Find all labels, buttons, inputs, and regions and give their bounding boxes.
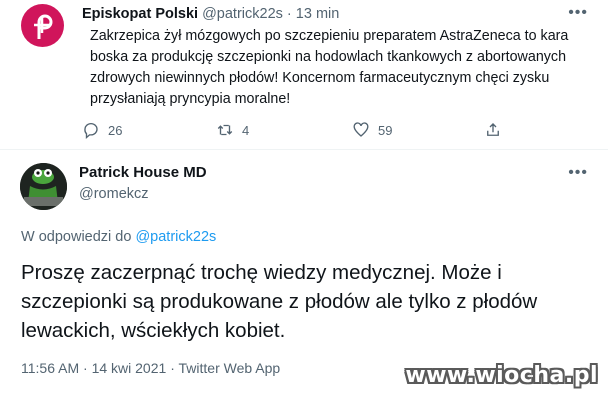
tweet-text: Proszę zaczerpnąć trochę wiedzy medyczne… xyxy=(21,261,538,342)
separator: · xyxy=(286,6,292,22)
author-name[interactable]: Patrick House MD xyxy=(79,164,207,181)
kermit-avatar-icon xyxy=(20,163,67,210)
reply-button[interactable]: 26 xyxy=(82,121,122,139)
retweet-button[interactable]: 4 xyxy=(216,121,249,139)
reply-context: W odpowiedzi do @patrick22s xyxy=(21,229,216,245)
logo-icon xyxy=(33,14,52,39)
avatar[interactable] xyxy=(20,163,67,210)
watermark: www.wiocha.pl xyxy=(405,363,598,388)
tweet-meta: 11:56 AM · 14 kwi 2021 · Twitter Web App xyxy=(21,360,280,376)
retweet-count: 4 xyxy=(242,122,250,138)
quoted-tweet[interactable]: Episkopat Polski @patrick22s · 13 min ••… xyxy=(0,0,608,158)
author-handle[interactable]: @romekcz xyxy=(79,186,149,202)
like-button[interactable]: 59 xyxy=(352,121,392,139)
reply-prefix: W odpowiedzi do xyxy=(21,229,132,245)
tweet-date[interactable]: 14 kwi 2021 xyxy=(92,360,167,376)
share-icon xyxy=(487,123,499,136)
more-options-icon[interactable]: ••• xyxy=(568,164,588,182)
like-count: 59 xyxy=(378,122,393,138)
tweet-header: Episkopat Polski @patrick22s · 13 min xyxy=(82,6,339,22)
divider xyxy=(0,149,608,150)
separator: · xyxy=(83,360,88,376)
author-name[interactable]: Episkopat Polski xyxy=(82,6,198,22)
reply-count: 26 xyxy=(108,122,123,138)
more-options-icon[interactable]: ••• xyxy=(568,4,588,22)
tweet-text: Zakrzepica żył mózgowych po szczepieniu … xyxy=(90,28,569,107)
author-handle[interactable]: @patrick22s xyxy=(202,6,283,22)
separator: · xyxy=(170,360,175,376)
tweet-time[interactable]: 11:56 AM xyxy=(21,360,79,376)
tweet-actions: 26 4 59 xyxy=(82,121,502,141)
share-button[interactable] xyxy=(484,121,502,139)
reply-to-link[interactable]: @patrick22s xyxy=(135,229,216,245)
tweet-client[interactable]: Twitter Web App xyxy=(179,360,281,376)
tweet-time[interactable]: 13 min xyxy=(296,6,340,22)
retweet-icon xyxy=(217,124,233,136)
reply-icon xyxy=(84,122,98,139)
heart-icon xyxy=(353,122,369,137)
avatar[interactable] xyxy=(21,4,64,47)
